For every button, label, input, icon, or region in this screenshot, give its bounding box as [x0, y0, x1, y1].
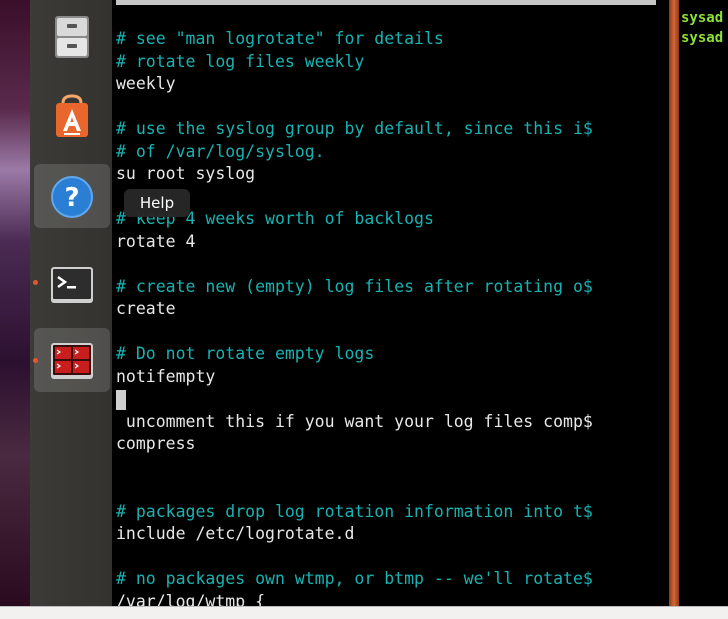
- desktop-wallpaper: [0, 0, 30, 606]
- workspace-switcher-icon: [51, 343, 93, 379]
- help-tooltip: Help: [124, 189, 190, 217]
- running-indicator: [33, 280, 38, 285]
- config-line: include /etc/logrotate.d: [116, 524, 355, 543]
- launcher-workspace-switcher[interactable]: [33, 328, 110, 392]
- launcher-files[interactable]: [34, 4, 110, 68]
- launcher-software-center[interactable]: [34, 84, 110, 148]
- comment-line: # Do not rotate empty logs: [116, 344, 375, 363]
- terminal-icon: [51, 267, 93, 303]
- secondary-terminal[interactable]: sysad sysad: [679, 0, 728, 606]
- terminal-window[interactable]: # see "man logrotate" for details # rotat…: [112, 0, 669, 606]
- config-line: compress: [116, 434, 196, 453]
- window-border: [669, 0, 679, 606]
- comment-line: # see "man logrotate" for details: [116, 29, 444, 48]
- config-line: su root syslog: [116, 164, 256, 183]
- text-cursor: [116, 389, 126, 410]
- svg-text:?: ?: [64, 183, 79, 213]
- software-center-icon: [56, 94, 88, 137]
- help-icon: ?: [51, 176, 93, 218]
- comment-line: # of /var/log/syslog.: [116, 141, 325, 161]
- launcher-terminal[interactable]: [33, 252, 110, 316]
- comment-line: # rotate log files weekly: [116, 51, 365, 71]
- config-line: rotate 4: [116, 231, 196, 251]
- unity-launcher: ?: [30, 0, 112, 606]
- file-cabinet-icon: [55, 16, 89, 58]
- launcher-help[interactable]: ?: [34, 164, 110, 228]
- config-line: uncomment this if you want your log file…: [116, 411, 593, 431]
- comment-line: # create new (empty) log files after rot…: [116, 276, 593, 296]
- running-indicator: [33, 358, 38, 363]
- prompt-line: sysad: [681, 30, 724, 46]
- comment-line: # packages drop log rotation information…: [116, 501, 593, 521]
- config-line: notifempty: [116, 366, 216, 386]
- editor-title-bar: [116, 0, 656, 5]
- config-line: create: [116, 299, 176, 318]
- text-cursor-line: [116, 388, 666, 411]
- comment-line: # no packages own wtmp, or btmp -- we'll…: [116, 569, 593, 588]
- bottom-panel: [0, 606, 728, 619]
- editor-text-area[interactable]: # see "man logrotate" for details # rotat…: [116, 28, 666, 606]
- comment-line: # use the syslog group by default, since…: [116, 119, 593, 138]
- config-line: weekly: [116, 74, 176, 93]
- config-line: /var/log/wtmp {: [116, 591, 266, 607]
- prompt-line: sysad: [681, 10, 724, 26]
- comment-line: # keep 4 weeks worth of backlogs: [116, 209, 434, 228]
